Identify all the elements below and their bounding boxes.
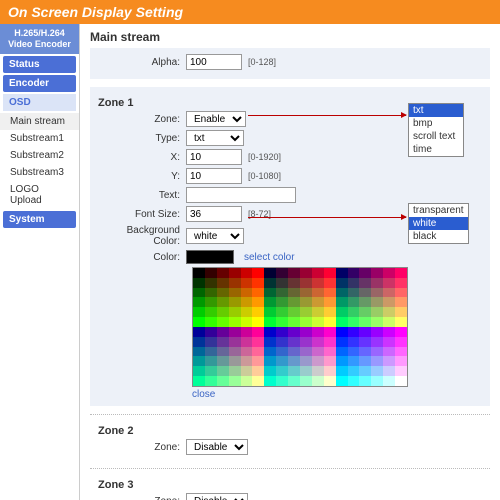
type-option-txt[interactable]: txt xyxy=(409,104,463,117)
bg-option-transparent[interactable]: transparent xyxy=(409,204,468,217)
zone1-font-label: Font Size: xyxy=(98,209,186,220)
zone3-panel: Zone 3 Zone: Disable xyxy=(90,468,490,500)
product-title: H.265/H.264 Video Encoder xyxy=(0,24,79,54)
zone1-type-select[interactable]: txt xyxy=(186,130,244,146)
annotation-arrow xyxy=(248,115,406,116)
main-content: Main stream Alpha: [0-128] Zone 1 Zone: … xyxy=(80,24,500,500)
nav-system[interactable]: System xyxy=(3,211,76,228)
type-option-time[interactable]: time xyxy=(409,143,463,156)
nav-substream2[interactable]: Substream2 xyxy=(0,147,79,164)
zone1-x-input[interactable] xyxy=(186,149,242,165)
nav-osd[interactable]: OSD xyxy=(3,94,76,111)
nav-logo-upload[interactable]: LOGO Upload xyxy=(0,181,79,209)
color-palette[interactable]: close xyxy=(192,267,482,400)
zone1-x-label: X: xyxy=(98,152,186,163)
type-option-scroll[interactable]: scroll text xyxy=(409,130,463,143)
page-header: On Screen Display Setting xyxy=(0,0,500,24)
zone3-title: Zone 3 xyxy=(98,479,482,491)
zone1-x-hint: [0-1920] xyxy=(248,152,281,162)
bg-option-black[interactable]: black xyxy=(409,230,468,243)
nav-encoder[interactable]: Encoder xyxy=(3,75,76,92)
alpha-panel: Alpha: [0-128] xyxy=(90,48,490,79)
nav-substream3[interactable]: Substream3 xyxy=(0,164,79,181)
nav-substream1[interactable]: Substream1 xyxy=(0,130,79,147)
page-title: On Screen Display Setting xyxy=(8,4,183,20)
zone1-zone-select[interactable]: Enable xyxy=(186,111,246,127)
alpha-label: Alpha: xyxy=(98,57,186,68)
nav-status[interactable]: Status xyxy=(3,56,76,73)
zone1-panel: Zone 1 Zone: Enable Type: txt X: [0-1920… xyxy=(90,87,490,406)
zone1-bg-label: Background Color: xyxy=(98,225,186,247)
zone1-y-label: Y: xyxy=(98,171,186,182)
zone1-zone-label: Zone: xyxy=(98,114,186,125)
zone1-text-label: Text: xyxy=(98,190,186,201)
zone1-y-input[interactable] xyxy=(186,168,242,184)
color-swatch[interactable] xyxy=(186,250,234,264)
type-option-bmp[interactable]: bmp xyxy=(409,117,463,130)
sidebar: H.265/H.264 Video Encoder Status Encoder… xyxy=(0,24,80,500)
zone1-type-label: Type: xyxy=(98,133,186,144)
close-palette-link[interactable]: close xyxy=(192,389,482,400)
zone2-title: Zone 2 xyxy=(98,425,482,437)
zone3-zone-select[interactable]: Disable xyxy=(186,493,248,500)
zone2-zone-label: Zone: xyxy=(98,442,186,453)
select-color-link[interactable]: select color xyxy=(244,252,295,263)
section-title: Main stream xyxy=(90,30,490,44)
type-popup: txt bmp scroll text time xyxy=(408,103,464,157)
zone1-bg-select[interactable]: white xyxy=(186,228,244,244)
zone3-zone-label: Zone: xyxy=(98,496,186,500)
alpha-hint: [0-128] xyxy=(248,57,276,67)
nav-main-stream[interactable]: Main stream xyxy=(0,113,79,130)
bg-popup: transparent white black xyxy=(408,203,469,244)
zone1-color-label: Color: xyxy=(98,252,186,263)
bg-option-white[interactable]: white xyxy=(409,217,468,230)
zone2-panel: Zone 2 Zone: Disable xyxy=(90,414,490,464)
zone1-text-input[interactable] xyxy=(186,187,296,203)
alpha-input[interactable] xyxy=(186,54,242,70)
zone1-y-hint: [0-1080] xyxy=(248,171,281,181)
zone1-font-input[interactable] xyxy=(186,206,242,222)
zone2-zone-select[interactable]: Disable xyxy=(186,439,248,455)
annotation-arrow-2 xyxy=(248,217,406,218)
